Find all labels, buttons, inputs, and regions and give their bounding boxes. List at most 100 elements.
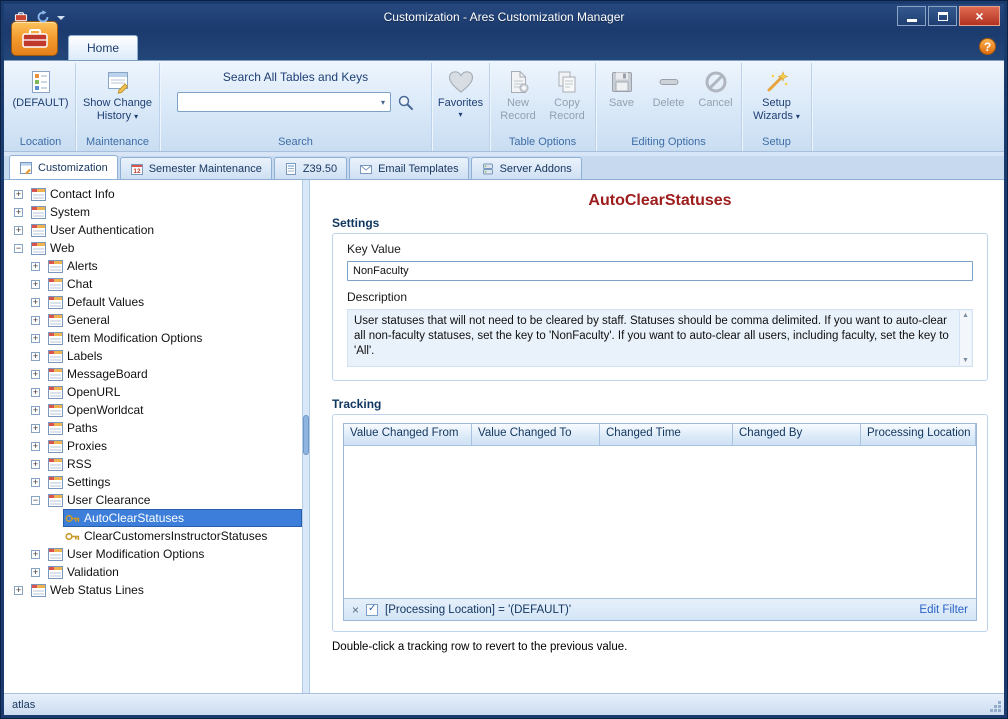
tree-expand-icon[interactable]: +: [31, 550, 40, 559]
tree-node: Proxies: [46, 437, 302, 455]
tree-expand-icon[interactable]: +: [31, 406, 40, 415]
edit-filter-link[interactable]: Edit Filter: [919, 604, 968, 616]
search-input[interactable]: [178, 94, 376, 110]
resize-grip-icon[interactable]: [998, 709, 1001, 712]
tree-collapse-icon[interactable]: −: [31, 496, 40, 505]
doc-tab-label: Server Addons: [500, 163, 572, 175]
tree-item[interactable]: +Contact Info: [4, 185, 302, 203]
tree-expand-icon[interactable]: +: [31, 298, 40, 307]
tree-expand-icon[interactable]: +: [14, 586, 23, 595]
qat-dropdown-icon[interactable]: [57, 16, 65, 20]
tree-item[interactable]: +Default Values: [4, 293, 302, 311]
tree-item[interactable]: AutoClearStatuses: [4, 509, 302, 527]
tree-item[interactable]: +OpenWorldcat: [4, 401, 302, 419]
tree-expand-icon[interactable]: +: [31, 424, 40, 433]
close-button[interactable]: ×: [959, 6, 1000, 26]
tree-item[interactable]: +Alerts: [4, 257, 302, 275]
refresh-icon[interactable]: [35, 10, 50, 25]
tree-expand-icon[interactable]: +: [14, 190, 23, 199]
tree-item[interactable]: + User Modification Options: [4, 545, 302, 563]
tree-expand-icon[interactable]: +: [31, 316, 40, 325]
tree-item[interactable]: −Web: [4, 239, 302, 257]
splitter-handle[interactable]: [304, 416, 308, 454]
tree-expand-icon[interactable]: +: [31, 370, 40, 379]
setup-wizards-button[interactable]: Setup Wizards ▾: [746, 64, 808, 132]
save-button[interactable]: Save: [598, 64, 645, 132]
help-button[interactable]: ?: [979, 38, 996, 55]
tree-expand-icon[interactable]: +: [31, 334, 40, 343]
copy-record-icon: [554, 67, 580, 97]
ribbon-group-maintenance: Show Change History ▾ Maintenance: [76, 63, 160, 151]
tree-item[interactable]: +MessageBoard: [4, 365, 302, 383]
doc-tab-label: Customization: [38, 162, 108, 174]
tree-item[interactable]: +General: [4, 311, 302, 329]
tree-item[interactable]: +Chat: [4, 275, 302, 293]
favorites-button[interactable]: Favorites ▾: [434, 64, 487, 132]
doc-tab-z39-50[interactable]: Z39.50: [274, 157, 347, 179]
tree-item[interactable]: +OpenURL: [4, 383, 302, 401]
tree-item[interactable]: + Proxies: [4, 437, 302, 455]
tree-item[interactable]: + Item Modification Options: [4, 329, 302, 347]
tree-expand-icon[interactable]: +: [14, 208, 23, 217]
tracking-column-header[interactable]: Processing Location: [861, 424, 976, 446]
splitter[interactable]: [302, 180, 310, 693]
remove-filter-icon[interactable]: ×: [352, 604, 359, 616]
tree-item-label: User Modification Options: [67, 547, 204, 561]
description-field[interactable]: User statuses that will not need to be c…: [347, 309, 973, 367]
ribbon-group-favorites: Favorites ▾: [432, 63, 490, 151]
scroll-down-icon[interactable]: ▼: [962, 356, 969, 365]
tree-expand-icon[interactable]: +: [31, 280, 40, 289]
tree-item[interactable]: +System: [4, 203, 302, 221]
show-change-history-label: Show Change History: [83, 97, 152, 122]
doc-tab-customization[interactable]: Customization: [9, 155, 118, 179]
tree-item[interactable]: +Paths: [4, 419, 302, 437]
tree-expand-icon[interactable]: +: [31, 262, 40, 271]
tree-item[interactable]: +Labels: [4, 347, 302, 365]
minimize-button[interactable]: [897, 6, 926, 26]
search-combo[interactable]: ▾: [177, 92, 391, 112]
tree-item[interactable]: −User Clearance: [4, 491, 302, 509]
maximize-button[interactable]: [928, 6, 957, 26]
tree-item[interactable]: +Web Status Lines: [4, 581, 302, 599]
tree-collapse-icon[interactable]: −: [14, 244, 23, 253]
tree-expand-icon[interactable]: +: [31, 460, 40, 469]
tree-item-label: Item Modification Options: [67, 331, 202, 345]
search-dropdown-icon[interactable]: ▾: [376, 98, 390, 107]
new-record-button[interactable]: New Record: [494, 64, 543, 132]
tree-item[interactable]: +Settings: [4, 473, 302, 491]
scroll-up-icon[interactable]: ▲: [962, 311, 969, 320]
key-value-input[interactable]: [347, 261, 973, 281]
doc-tab-server-addons[interactable]: Server Addons: [471, 157, 582, 179]
tree-expand-icon[interactable]: +: [14, 226, 23, 235]
tree-expand-icon[interactable]: +: [31, 388, 40, 397]
delete-button[interactable]: Delete: [645, 64, 692, 132]
show-change-history-button[interactable]: Show Change History ▾: [80, 64, 156, 132]
filter-checkbox[interactable]: [366, 604, 378, 616]
doc-tab-semester-maintenance[interactable]: 12Semester Maintenance: [120, 157, 272, 179]
tracking-column-header[interactable]: Changed By: [733, 424, 861, 446]
search-icon[interactable]: [397, 94, 414, 111]
table-icon: [48, 476, 63, 489]
ribbon-tab-home[interactable]: Home: [68, 35, 138, 60]
tracking-column-header[interactable]: Changed Time: [600, 424, 733, 446]
tree-item[interactable]: +Validation: [4, 563, 302, 581]
description-scrollbar[interactable]: ▲ ▼: [959, 311, 971, 365]
tree-expand-icon[interactable]: +: [31, 478, 40, 487]
doc-tab-email-templates[interactable]: Email Templates: [349, 157, 469, 179]
application-menu-button[interactable]: [11, 21, 58, 56]
tracking-column-header[interactable]: Value Changed From: [344, 424, 472, 446]
tree-expand-icon[interactable]: +: [31, 442, 40, 451]
cancel-button[interactable]: Cancel: [692, 64, 739, 132]
tree-expand-icon[interactable]: +: [31, 568, 40, 577]
tree-item[interactable]: +User Authentication: [4, 221, 302, 239]
new-record-icon: [505, 67, 531, 97]
table-icon: [31, 584, 46, 597]
tree-item[interactable]: ClearCustomersInstructorStatuses: [4, 527, 302, 545]
tracking-column-header[interactable]: Value Changed To: [472, 424, 600, 446]
tracking-grid-body[interactable]: [344, 446, 976, 598]
tree-expand-icon[interactable]: +: [31, 352, 40, 361]
copy-record-button[interactable]: Copy Record: [543, 64, 592, 132]
tree-item[interactable]: +RSS: [4, 455, 302, 473]
app-toolbox-icon[interactable]: [13, 10, 28, 25]
location-default-button[interactable]: (DEFAULT): [10, 64, 72, 132]
